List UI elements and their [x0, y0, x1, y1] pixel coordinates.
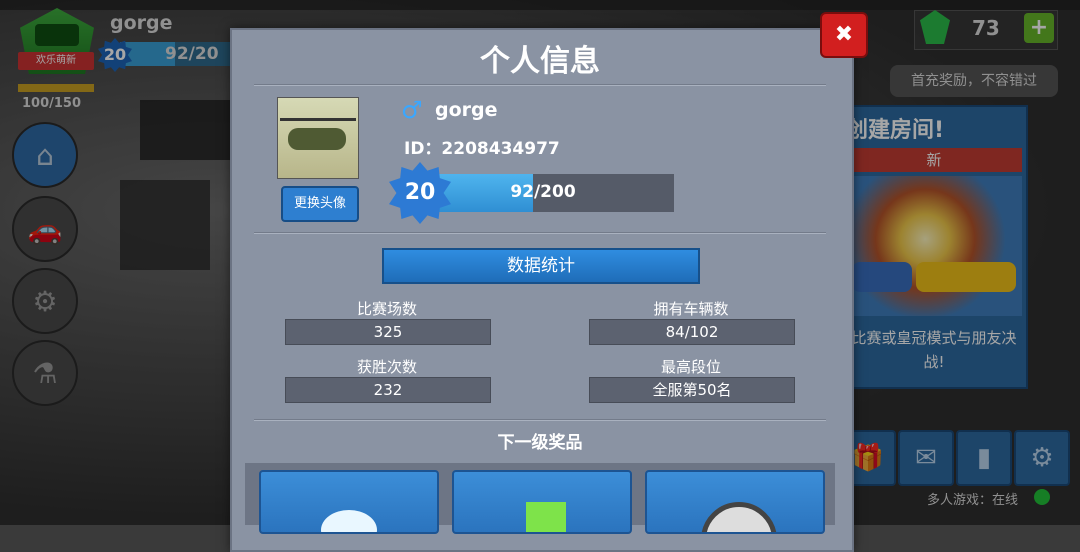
stat-label: 比赛场数	[356, 300, 417, 318]
stat-value: 232	[285, 377, 491, 403]
male-icon: ♂	[401, 96, 423, 124]
divider	[254, 419, 826, 421]
xp-text: 92/200	[510, 182, 576, 202]
stat-value: 84/102	[589, 319, 795, 345]
change-avatar-button[interactable]: 更换头像	[281, 186, 359, 222]
divider	[254, 84, 826, 86]
stat-value: 325	[285, 319, 491, 345]
next-reward-title: 下一级奖品	[497, 433, 583, 453]
cube-icon	[526, 502, 566, 532]
stats-header: 数据统计	[382, 248, 700, 284]
dialog-title: 个人信息	[480, 44, 600, 79]
profile-id: ID：2208434977	[404, 139, 560, 159]
wheel-icon	[701, 502, 777, 532]
reward-card[interactable]	[259, 470, 439, 534]
stat-label: 拥有车辆数	[653, 300, 729, 318]
reward-card[interactable]	[452, 470, 632, 534]
avatar	[277, 97, 359, 179]
profile-name: gorge	[435, 99, 498, 121]
stat-value: 全服第50名	[589, 377, 795, 403]
stat-label: 最高段位	[660, 358, 721, 376]
reward-card[interactable]	[645, 470, 825, 534]
stat-label: 获胜次数	[356, 358, 417, 376]
divider	[254, 232, 826, 234]
helicopter-icon	[288, 128, 346, 150]
glow-icon	[321, 510, 377, 532]
close-button[interactable]: ✖	[820, 12, 868, 58]
